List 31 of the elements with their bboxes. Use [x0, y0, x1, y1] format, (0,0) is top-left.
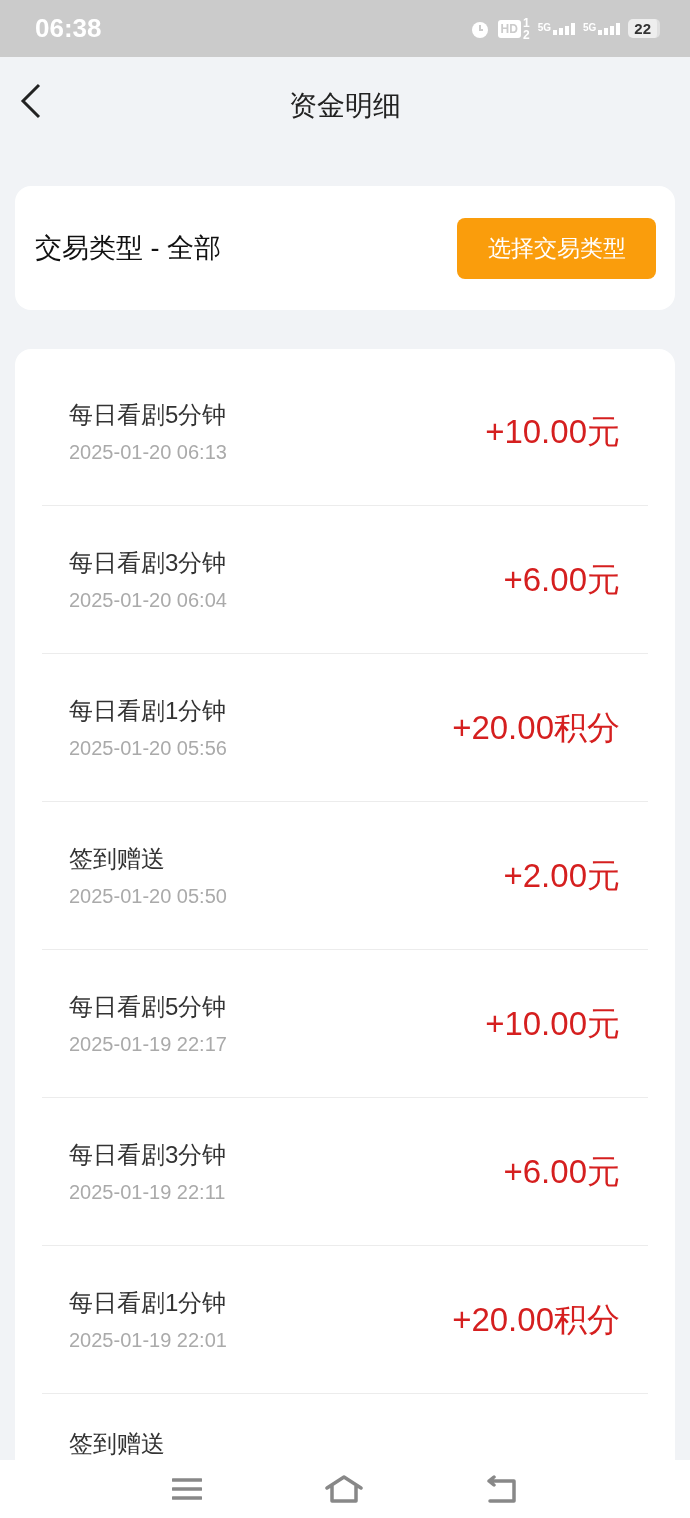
transaction-amount: +20.00积分 — [452, 707, 620, 748]
signal-icon — [598, 22, 621, 35]
transaction-title: 签到赠送 — [69, 1430, 165, 1459]
transaction-title: 每日看剧1分钟 — [69, 1288, 227, 1318]
transaction-amount: +10.00元 — [485, 1003, 620, 1044]
transaction-title: 签到赠送 — [69, 844, 166, 874]
home-icon[interactable] — [325, 1475, 363, 1503]
page-title: 资金明细 — [289, 89, 401, 123]
transaction-time: 2025-01-20 05:50 — [69, 886, 227, 907]
transaction-title: 每日看剧5分钟 — [69, 400, 227, 430]
transaction-time: 2025-01-20 05:56 — [69, 738, 227, 759]
transaction-amount: +2.00元 — [503, 855, 620, 896]
transaction-time: 2025-01-20 06:04 — [69, 590, 227, 611]
select-type-button[interactable]: 选择交易类型 — [457, 217, 656, 279]
signal-icon — [552, 22, 575, 35]
transaction-amount: +6.00元 — [503, 559, 620, 600]
transaction-title: 每日看剧3分钟 — [69, 1140, 227, 1170]
battery-indicator: 22 — [628, 19, 660, 38]
transaction-time: 2025-01-20 06:13 — [69, 442, 227, 463]
filter-label: 交易类型 - 全部 — [35, 231, 221, 265]
transaction-title: 每日看剧1分钟 — [69, 696, 227, 726]
transaction-time: 2025-01-19 22:01 — [69, 1330, 227, 1351]
menu-icon[interactable] — [171, 1477, 202, 1501]
transaction-amount: +20.00积分 — [452, 1299, 620, 1340]
back-icon[interactable] — [486, 1475, 519, 1503]
transaction-amount: +6.00元 — [503, 1151, 620, 1192]
transaction-title: 每日看剧3分钟 — [69, 548, 227, 578]
transaction-amount: +10.00元 — [485, 411, 620, 452]
transaction-time: 2025-01-19 22:17 — [69, 1034, 227, 1055]
transaction-time: 2025-01-19 22:11 — [69, 1182, 227, 1203]
transaction-title: 每日看剧5分钟 — [69, 992, 227, 1022]
